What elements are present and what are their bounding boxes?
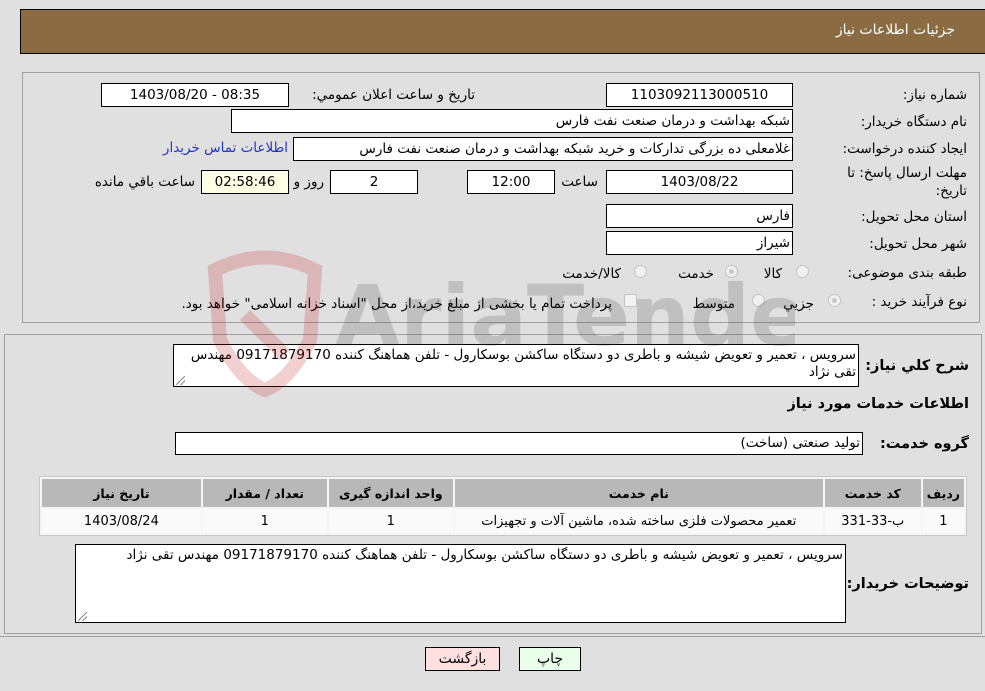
remaining-time-label: ساعت باقي مانده: [94, 174, 195, 190]
cell-service-name: تعمیر محصولات فلزی ساخته شده، ماشین آلات…: [454, 509, 823, 533]
column-header-service-code: کد خدمت: [824, 479, 921, 507]
resize-grip-icon[interactable]: [78, 612, 87, 621]
deadline-time-label: ساعت: [561, 174, 598, 190]
purchase-type-option-medium: متوسط: [692, 296, 735, 312]
requester-field[interactable]: غلامعلی ده بزرگی تدارکات و خرید شبکه بهد…: [293, 137, 793, 161]
remaining-days-field[interactable]: 2: [330, 170, 418, 194]
purchase-type-label: نوع فرآیند خرید :: [871, 294, 967, 310]
description-text: سرویس ، تعمیر و تعویض شیشه و باطری دو دس…: [190, 347, 856, 380]
buyer-contact-link[interactable]: اطلاعات تماس خریدار: [163, 140, 288, 156]
purchase-type-radio-minor[interactable]: [828, 294, 841, 307]
services-section-title: اطلاعات خدمات مورد نیاز: [787, 396, 969, 412]
column-header-unit: واحد اندازه گیری: [328, 479, 453, 507]
purchase-type-radio-medium[interactable]: [752, 294, 765, 307]
announce-datetime-label: تاریخ و ساعت اعلان عمومي:: [312, 87, 475, 103]
column-header-row-number: ردیف: [922, 479, 964, 507]
requester-label: ایجاد کننده درخواست:: [842, 141, 967, 157]
category-label: طبقه بندی موضوعی:: [847, 265, 967, 281]
category-option-service: خدمت: [678, 266, 714, 282]
province-label: استان محل تحویل:: [861, 209, 967, 225]
announce-datetime-field[interactable]: 1403/08/20 - 08:35: [101, 83, 289, 107]
purchase-type-option-minor: جزيي: [783, 296, 814, 312]
city-field[interactable]: شیراز: [606, 231, 793, 255]
need-number-field[interactable]: 1103092113000510: [606, 83, 793, 107]
buyer-notes-textarea[interactable]: سرویس ، تعمیر و تعویض شیشه و باطری دو دس…: [75, 544, 846, 623]
back-button[interactable]: بازگشت: [425, 647, 500, 671]
services-table-wrapper: ردیف کد خدمت نام خدمت واحد اندازه گیری ت…: [39, 476, 967, 536]
days-label: روز و: [293, 174, 324, 190]
cell-quantity: 1: [202, 509, 327, 533]
page-header: جزئیات اطلاعات نیاز: [20, 9, 985, 54]
category-option-goods: کالا: [763, 266, 782, 282]
need-number-label: شماره نیاز:: [902, 87, 967, 103]
cell-row-number: 1: [922, 509, 964, 533]
deadline-time-field[interactable]: 12:00: [467, 170, 555, 194]
service-group-field[interactable]: تولید صنعتی (ساخت): [175, 432, 863, 455]
buyer-org-field[interactable]: شبکه بهداشت و درمان صنعت نفت فارس: [231, 109, 793, 133]
buyer-notes-text: سرویس ، تعمیر و تعویض شیشه و باطری دو دس…: [126, 547, 843, 563]
column-header-quantity: تعداد / مقدار: [202, 479, 327, 507]
page-title: جزئیات اطلاعات نیاز: [835, 22, 955, 38]
services-table: ردیف کد خدمت نام خدمت واحد اندازه گیری ت…: [39, 476, 967, 536]
deadline-label: مهلت ارسال پاسخ: تا تاریخ:: [847, 165, 967, 199]
cell-need-date: 1403/08/24: [42, 509, 201, 533]
cell-unit: 1: [328, 509, 453, 533]
cell-service-code: ب-33-331: [824, 509, 921, 533]
remaining-time-field: 02:58:46: [201, 170, 289, 194]
city-label: شهر محل تحویل:: [869, 236, 967, 252]
treasury-checkbox-label: پرداخت تمام یا بخشی از مبلغ خرید،از محل …: [181, 296, 612, 312]
service-group-label: گروه خدمت:: [879, 436, 969, 452]
description-textarea[interactable]: سرویس ، تعمیر و تعویض شیشه و باطری دو دس…: [173, 344, 859, 387]
table-header-row: ردیف کد خدمت نام خدمت واحد اندازه گیری ت…: [42, 479, 964, 507]
category-radio-goods-service[interactable]: [634, 265, 647, 278]
column-header-need-date: تاریخ نیاز: [42, 479, 201, 507]
treasury-checkbox[interactable]: [624, 294, 637, 307]
category-radio-goods[interactable]: [796, 265, 809, 278]
resize-grip-icon[interactable]: [176, 376, 185, 385]
print-button[interactable]: چاپ: [519, 647, 581, 671]
footer-divider: [0, 636, 985, 637]
category-radio-service[interactable]: [725, 265, 738, 278]
column-header-service-name: نام خدمت: [454, 479, 823, 507]
description-label: شرح کلي نیاز:: [865, 358, 969, 374]
category-option-goods-service: کالا/خدمت: [562, 266, 621, 282]
province-field[interactable]: فارس: [606, 204, 793, 228]
deadline-date-field[interactable]: 1403/08/22: [606, 170, 793, 194]
buyer-notes-label: توضیحات خریدار:: [846, 576, 969, 592]
table-row: 1 ب-33-331 تعمیر محصولات فلزی ساخته شده،…: [42, 509, 964, 533]
buyer-org-label: نام دستگاه خریدار:: [860, 114, 967, 130]
